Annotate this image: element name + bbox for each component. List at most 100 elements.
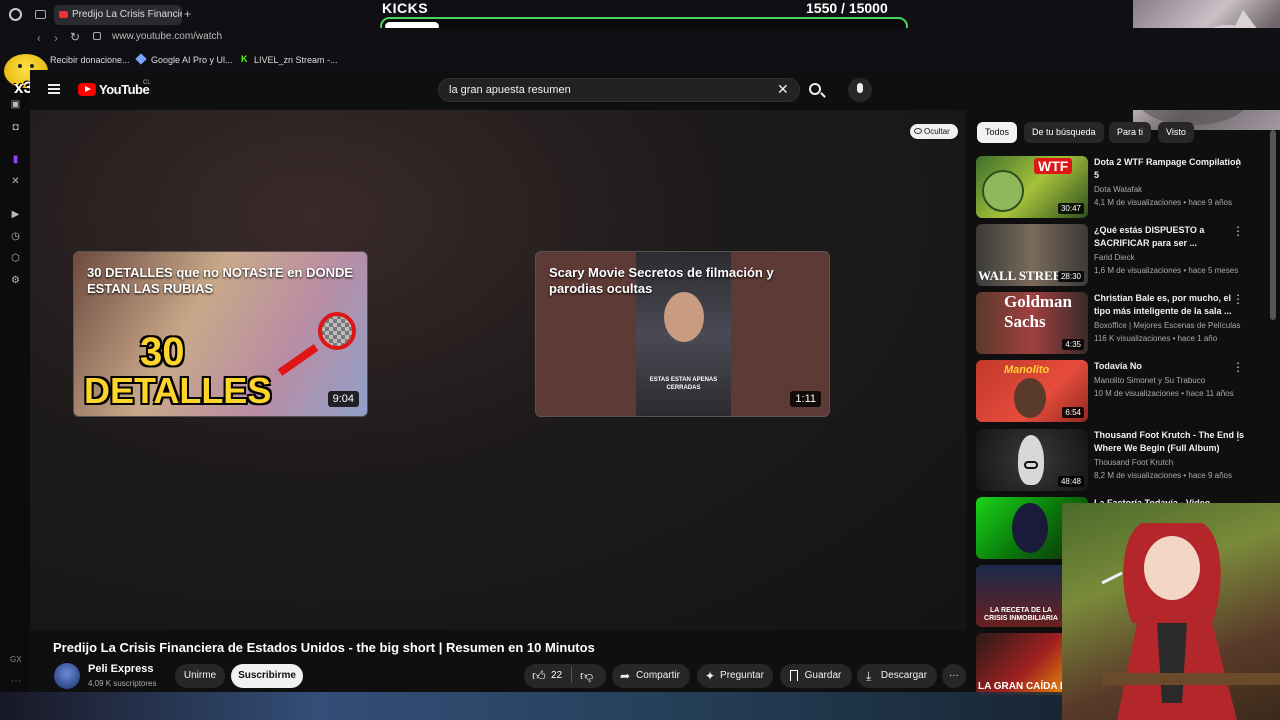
video-title: Predijo La Crisis Financiera de Estados … (53, 640, 595, 655)
rec-4-title: Todavía No (1094, 361, 1142, 371)
download-button[interactable]: ⤓ Descargar (857, 664, 937, 688)
sidebar-twitch-icon[interactable]: ▮ (9, 153, 22, 166)
bookmark-2[interactable]: Google AI Pro y Ul... (151, 53, 233, 67)
browser-logo-icon[interactable] (9, 8, 22, 21)
kicks-counter: 1550 / 15000 (806, 0, 888, 16)
rec-3-duration: 4:35 (1062, 339, 1084, 350)
reload-icon[interactable]: ↻ (70, 30, 80, 44)
sidebar-messenger-icon[interactable]: ◘ (9, 121, 22, 134)
rec-5-title: Thousand Foot Krutch - The End is Where … (1094, 430, 1244, 453)
ask-button[interactable]: ✦ Preguntar (697, 664, 773, 688)
sidebar-player-icon[interactable]: ▶ (9, 208, 22, 221)
blurred-circle-icon (318, 312, 356, 350)
rec-5-meta: 8,2 M de visualizaciones • hace 9 años (1094, 471, 1232, 480)
new-tab-button[interactable]: + (184, 7, 191, 21)
thumb-text-word: DETALLES (84, 370, 272, 411)
dislike-icon[interactable]: 👎︎ (580, 668, 593, 684)
eye-off-icon (914, 128, 922, 134)
sparkle-icon: ✦ (705, 669, 716, 683)
hamburger-menu-icon[interactable] (48, 84, 60, 94)
youtube-favicon-icon (59, 11, 68, 18)
rec-4-duration: 6:54 (1062, 407, 1084, 418)
hide-label: Ocultar (924, 127, 950, 136)
rec-3-thumb-text: Goldman Sachs (1004, 292, 1073, 331)
download-label: Descargar (880, 670, 928, 681)
recommendation-3[interactable]: Goldman Sachs 4:35 Christian Bale es, po… (976, 292, 1266, 354)
chip-watched[interactable]: Visto (1158, 122, 1194, 143)
tab-youtube[interactable]: Predijo La Crisis Financiera (54, 5, 182, 25)
rec-1-menu-icon[interactable]: ⋮ (1232, 156, 1244, 170)
troll-face-icon (982, 170, 1024, 212)
rec-4-menu-icon[interactable]: ⋮ (1232, 360, 1244, 374)
rec-4-thumbnail: Manolito 6:54 (976, 360, 1088, 422)
end-card-2-subtitle: ESTAS ESTAN APENAS CERRADAS (649, 377, 718, 391)
rec-4-channel: Manolito Simonet y Su Trabuco (1094, 376, 1206, 385)
end-card-2[interactable]: ESTAS ESTAN APENAS CERRADAS Scary Movie … (535, 251, 830, 417)
share-button[interactable]: ➦ Compartir (612, 664, 690, 688)
rec-2-meta: 1,6 M de visualizaciones • hace 5 meses (1094, 266, 1239, 275)
sidebar-extensions-icon[interactable]: ⬡ (9, 252, 22, 265)
sticker-eye-icon (18, 64, 22, 68)
desktop-background-strip (0, 692, 1062, 720)
rec-1-title: Dota 2 WTF Rampage Compilation 5 (1094, 157, 1242, 180)
youtube-logo-text[interactable]: YouTube (99, 82, 150, 97)
rec-5-thumbnail: 48:48 (976, 429, 1088, 491)
youtube-logo-icon[interactable] (78, 83, 96, 96)
subscribe-button[interactable]: Suscribirme (231, 664, 303, 688)
rec-3-title: Christian Bale es, por mucho, el tipo má… (1094, 293, 1232, 316)
more-actions-button[interactable]: ··· (942, 664, 966, 688)
chip-from-search[interactable]: De tu búsqueda (1024, 122, 1104, 143)
clear-search-icon[interactable]: ✕ (777, 81, 789, 98)
subscriber-count: 4,09 K suscriptores (88, 679, 157, 688)
forward-icon[interactable]: › (54, 31, 58, 45)
vtuber-overlay (1062, 503, 1280, 720)
end-card-1[interactable]: 30 DETALLES que no NOTASTE en DONDE ESTA… (73, 251, 368, 417)
tab-switcher-icon[interactable] (35, 10, 46, 19)
rec-5-menu-icon[interactable]: ⋮ (1232, 429, 1244, 443)
end-card-1-duration: 9:04 (327, 391, 359, 407)
recommendation-2[interactable]: WALL STREET 28:30 ¿Qué estás DISPUESTO a… (976, 224, 1266, 286)
sidebar-more-icon[interactable]: ⋯ (11, 676, 21, 687)
face-shape-icon (664, 292, 704, 342)
sidebar-ai-icon[interactable]: ▣ (9, 98, 22, 111)
sidebar-settings-icon[interactable]: ⚙ (9, 274, 22, 287)
rec-8-thumb-text: LA GRAN CAÍDA EN (978, 681, 1074, 692)
bookmark-3[interactable]: LIVEL_zn Stream -... (254, 53, 338, 67)
recommendation-4[interactable]: Manolito 6:54 Todavía No Manolito Simone… (976, 360, 1266, 422)
hide-endscreen-button[interactable]: Ocultar (910, 124, 958, 139)
recommendation-5[interactable]: 48:48 Thousand Foot Krutch - The End is … (976, 429, 1266, 491)
microphone-icon (857, 83, 863, 93)
search-input[interactable]: la gran apuesta resumen (438, 78, 800, 102)
join-button[interactable]: Unirme (175, 664, 225, 688)
red-arrow-icon (277, 344, 319, 376)
channel-avatar[interactable] (54, 663, 80, 689)
lock-icon (93, 32, 101, 40)
like-icon[interactable]: 👍︎ (532, 668, 546, 684)
rec-3-menu-icon[interactable]: ⋮ (1232, 292, 1244, 306)
rec-1-meta: 4,1 M de visualizaciones • hace 9 años (1094, 198, 1232, 207)
rec-1-channel: Dota Watafak (1094, 185, 1143, 194)
sidebar-x-icon[interactable]: ✕ (9, 175, 22, 188)
rec-2-channel: Farid Dieck (1094, 253, 1135, 262)
rec-2-thumb-text: WALL STREET (978, 268, 1071, 283)
search-icon[interactable] (809, 83, 826, 98)
url-field[interactable]: www.youtube.com/watch (112, 31, 222, 42)
chip-all[interactable]: Todos (977, 122, 1018, 143)
rec-2-duration: 28:30 (1057, 271, 1084, 282)
chip-for-you[interactable]: Para ti (1109, 122, 1152, 143)
save-button[interactable]: Guardar (780, 664, 852, 688)
download-icon: ⤓ (866, 669, 872, 683)
thumb-text-number: 30 (140, 330, 185, 374)
scrollbar[interactable] (1270, 130, 1276, 320)
recommendation-1[interactable]: WTF 30:47 Dota 2 WTF Rampage Compilation… (976, 156, 1266, 218)
voice-search-button[interactable] (848, 78, 872, 102)
channel-name[interactable]: Peli Express (88, 663, 153, 675)
rec-2-menu-icon[interactable]: ⋮ (1232, 224, 1244, 238)
ask-label: Preguntar (720, 670, 764, 681)
sidebar-history-icon[interactable]: ◷ (9, 230, 22, 243)
bookmark-1[interactable]: Recibir donacione... (50, 53, 130, 67)
back-icon[interactable]: ‹ (37, 31, 41, 45)
rec-4-thumb-text: Manolito (1004, 364, 1050, 376)
rec-1-duration: 30:47 (1057, 203, 1084, 214)
tab-title: Predijo La Crisis Financiera (72, 9, 182, 20)
